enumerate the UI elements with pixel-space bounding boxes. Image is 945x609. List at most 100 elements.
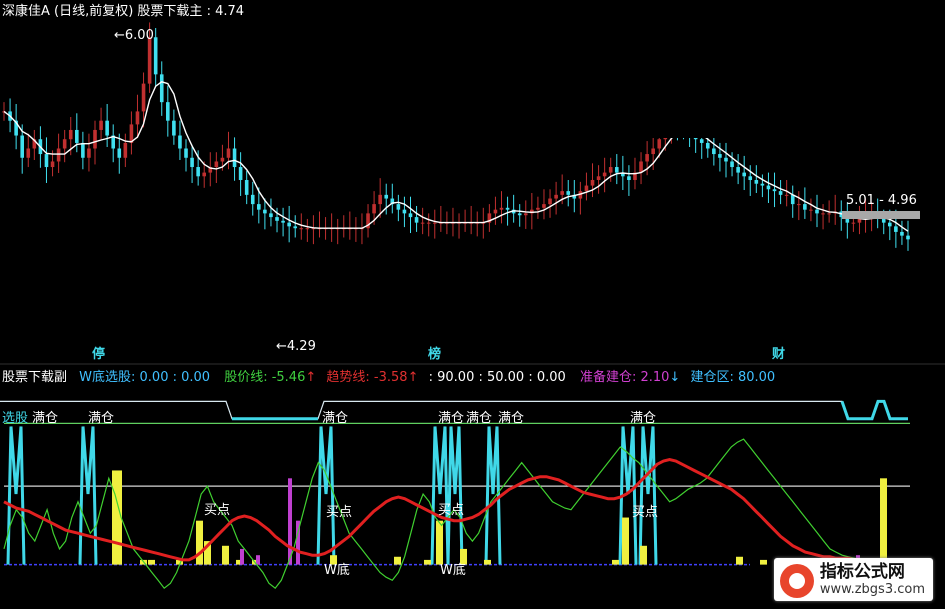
candle-body — [894, 226, 898, 232]
full-position-spike — [484, 426, 502, 565]
candle-body — [657, 139, 662, 149]
candle-body — [536, 207, 540, 210]
annotation-buy-1: 买点 — [204, 503, 231, 518]
candle-body — [851, 222, 856, 224]
candle-body — [26, 148, 31, 158]
prep-build-label: 准备建仓: 2.10 — [579, 370, 670, 385]
high-price-value: 6.00 — [124, 28, 154, 43]
candle-body — [517, 213, 522, 216]
candle-body — [238, 167, 243, 181]
build-zone-line-right — [840, 399, 908, 421]
candle-body — [244, 180, 249, 195]
candle-body — [305, 228, 310, 230]
candle-body — [584, 185, 589, 192]
candle-body — [730, 161, 734, 168]
candle-body — [275, 217, 279, 221]
candle-body — [172, 120, 176, 136]
prep-signal-bar — [288, 478, 292, 565]
candle-body — [378, 194, 382, 205]
candle-body — [900, 231, 904, 236]
candle-body — [803, 204, 807, 210]
watermark-url: www.zbgs3.com — [819, 582, 925, 597]
candle-body — [645, 154, 649, 162]
candle-body — [184, 148, 188, 158]
candle-body — [56, 148, 61, 162]
candle-body — [281, 220, 285, 223]
candle-body — [396, 204, 401, 210]
candle-body — [159, 74, 164, 103]
candle-body — [166, 102, 170, 121]
candle-body — [493, 209, 498, 214]
buy-signal-bar — [436, 520, 443, 565]
candle-body — [196, 167, 200, 177]
full-position-spike — [78, 426, 98, 565]
annotation-select: 选股 — [2, 411, 29, 426]
candle-body — [505, 207, 510, 210]
candle-body — [718, 154, 722, 158]
candle-body — [548, 198, 552, 205]
candle-body — [123, 142, 128, 158]
buy-signal-bar — [484, 559, 491, 565]
candle-body — [81, 142, 85, 158]
annotation-full-6: 满仓 — [498, 411, 525, 426]
candle-body — [408, 213, 413, 218]
candle-body — [68, 129, 73, 140]
candle-body — [596, 176, 601, 181]
candle-body — [293, 226, 298, 229]
prep-signal-bar — [256, 555, 260, 565]
watermark: 指标公式网 www.zbgs3.com — [773, 558, 933, 601]
candle-body — [141, 83, 146, 112]
candle-body — [542, 204, 546, 208]
candle-body — [402, 209, 407, 214]
annotation-w-bottom-1: W底 — [324, 563, 350, 578]
candle-body — [232, 148, 237, 168]
candle-body — [554, 194, 558, 199]
candle-body — [602, 172, 607, 177]
candle-body — [105, 120, 109, 136]
full-position-spike — [316, 426, 336, 565]
range-band — [842, 211, 920, 219]
candle-body — [499, 207, 504, 210]
buy-signal-bar — [622, 517, 629, 565]
candle-body — [748, 176, 753, 181]
candle-body — [724, 157, 728, 162]
candle-body — [414, 217, 419, 223]
watermark-title: 指标公式网 — [819, 562, 905, 582]
buy-signal-bar — [222, 545, 229, 565]
buy-signal-bar — [148, 559, 155, 565]
candle-body — [263, 209, 267, 214]
sub-panel-title: 股票下载副 — [2, 370, 68, 385]
prep-build-arrow: ↓ — [669, 370, 681, 385]
candle-body — [627, 176, 631, 181]
annotation-buy-4: 买点 — [632, 505, 659, 520]
candle-body — [560, 191, 564, 195]
candle-body — [699, 139, 704, 143]
buy-signal-bar — [612, 559, 619, 565]
candle-body — [590, 180, 595, 186]
prep-signal-bar — [240, 548, 244, 565]
candle-body — [153, 37, 158, 75]
candle-body — [44, 154, 49, 168]
candle-body — [420, 222, 425, 224]
candle-body — [754, 180, 759, 184]
event-marker-1: 停 — [92, 347, 106, 362]
candle-body — [202, 172, 207, 177]
candle-body — [796, 204, 801, 206]
candle-body — [117, 148, 122, 158]
buy-signal-bar — [736, 556, 743, 565]
candle-body — [50, 161, 55, 168]
annotation-full-1: 满仓 — [32, 411, 59, 426]
low-price-value: 4.29 — [286, 339, 316, 354]
full-position-spike — [638, 426, 658, 565]
candle-body — [712, 148, 716, 155]
low-price-marker: ←4.29 — [276, 339, 316, 354]
candle-body — [372, 204, 376, 214]
levels-label: : 90.00 : 50.00 : 0.00 — [428, 370, 566, 385]
candle-body — [790, 194, 795, 205]
candle-body — [93, 129, 97, 149]
candle-body — [566, 191, 571, 195]
full-position-spike — [6, 426, 26, 565]
sub-panel-header: 股票下载副 W底选股: 0.00 : 0.00 股价线: -5.46↑ 趋势线:… — [2, 370, 775, 386]
buy-signal-bar — [424, 559, 431, 565]
w-select-label: W底选股: 0.00 : 0.00 — [79, 370, 211, 385]
